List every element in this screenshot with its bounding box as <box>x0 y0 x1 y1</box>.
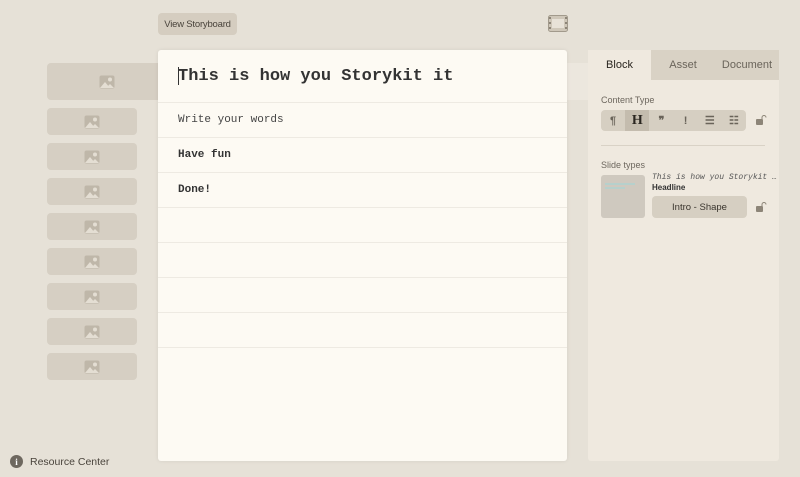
editor-row-empty[interactable] <box>158 208 567 243</box>
tab-block[interactable]: Block <box>588 50 651 80</box>
image-icon <box>99 75 115 88</box>
quote-button[interactable]: ❞ <box>649 110 673 131</box>
slide-thumbnail[interactable] <box>47 108 137 135</box>
paragraph-button[interactable]: ¶ <box>601 110 625 131</box>
image-icon <box>84 115 100 128</box>
editor[interactable]: This is how you Storykit it Write your w… <box>158 50 567 461</box>
editor-row-empty[interactable] <box>158 278 567 313</box>
slide-thumbnail[interactable] <box>47 318 137 345</box>
row-text: This is how you Storykit it <box>178 66 454 86</box>
slide-thumbnail[interactable] <box>47 143 137 170</box>
editor-row-empty[interactable] <box>158 313 567 348</box>
bullet-list-button[interactable]: ☷ <box>722 110 746 131</box>
resource-center-link[interactable]: i Resource Center <box>10 455 109 468</box>
editor-row[interactable]: Write your words <box>158 103 567 138</box>
content-type-label: Content Type <box>601 95 655 105</box>
image-icon <box>84 255 100 268</box>
info-icon: i <box>10 455 23 468</box>
divider <box>601 145 765 146</box>
slide-thumbnail[interactable] <box>47 178 137 205</box>
view-storyboard-button[interactable]: View Storyboard <box>158 13 237 35</box>
image-icon <box>84 360 100 373</box>
slide-types-label: Slide types <box>601 160 646 170</box>
image-icon <box>84 150 100 163</box>
unlock-icon[interactable] <box>756 202 767 212</box>
editor-row[interactable]: Have fun <box>158 138 567 173</box>
unlock-icon[interactable] <box>756 115 767 125</box>
slide-headline-label: Headline <box>652 183 686 192</box>
slide-type-thumbnail[interactable] <box>601 175 645 218</box>
image-icon <box>84 325 100 338</box>
tab-document[interactable]: Document <box>715 50 779 80</box>
emphasis-button[interactable]: ! <box>674 110 698 131</box>
resource-center-label: Resource Center <box>30 455 110 468</box>
active-row-highlight <box>567 63 588 100</box>
image-icon <box>84 290 100 303</box>
slide-preview-text: This is how you Storykit … <box>652 173 777 182</box>
editor-row[interactable]: Done! <box>158 173 567 208</box>
film-icon[interactable] <box>548 15 568 32</box>
slide-type-button[interactable]: Intro - Shape <box>652 196 747 218</box>
content-type-selector: ¶ H ❞ ! ☰ ☷ <box>601 110 746 131</box>
ordered-list-button[interactable]: ☰ <box>698 110 722 131</box>
slide-thumbnail[interactable] <box>47 213 137 240</box>
image-icon <box>84 185 100 198</box>
heading-button[interactable]: H <box>625 110 650 131</box>
editor-row-title[interactable]: This is how you Storykit it <box>158 50 567 103</box>
tab-asset[interactable]: Asset <box>651 50 715 80</box>
slide-thumbnail[interactable] <box>47 353 137 380</box>
editor-row-empty[interactable] <box>158 243 567 278</box>
slide-thumbnail[interactable] <box>47 283 137 310</box>
image-icon <box>84 220 100 233</box>
slide-thumbnail[interactable] <box>47 248 137 275</box>
slide-thumbnail[interactable] <box>47 63 167 100</box>
